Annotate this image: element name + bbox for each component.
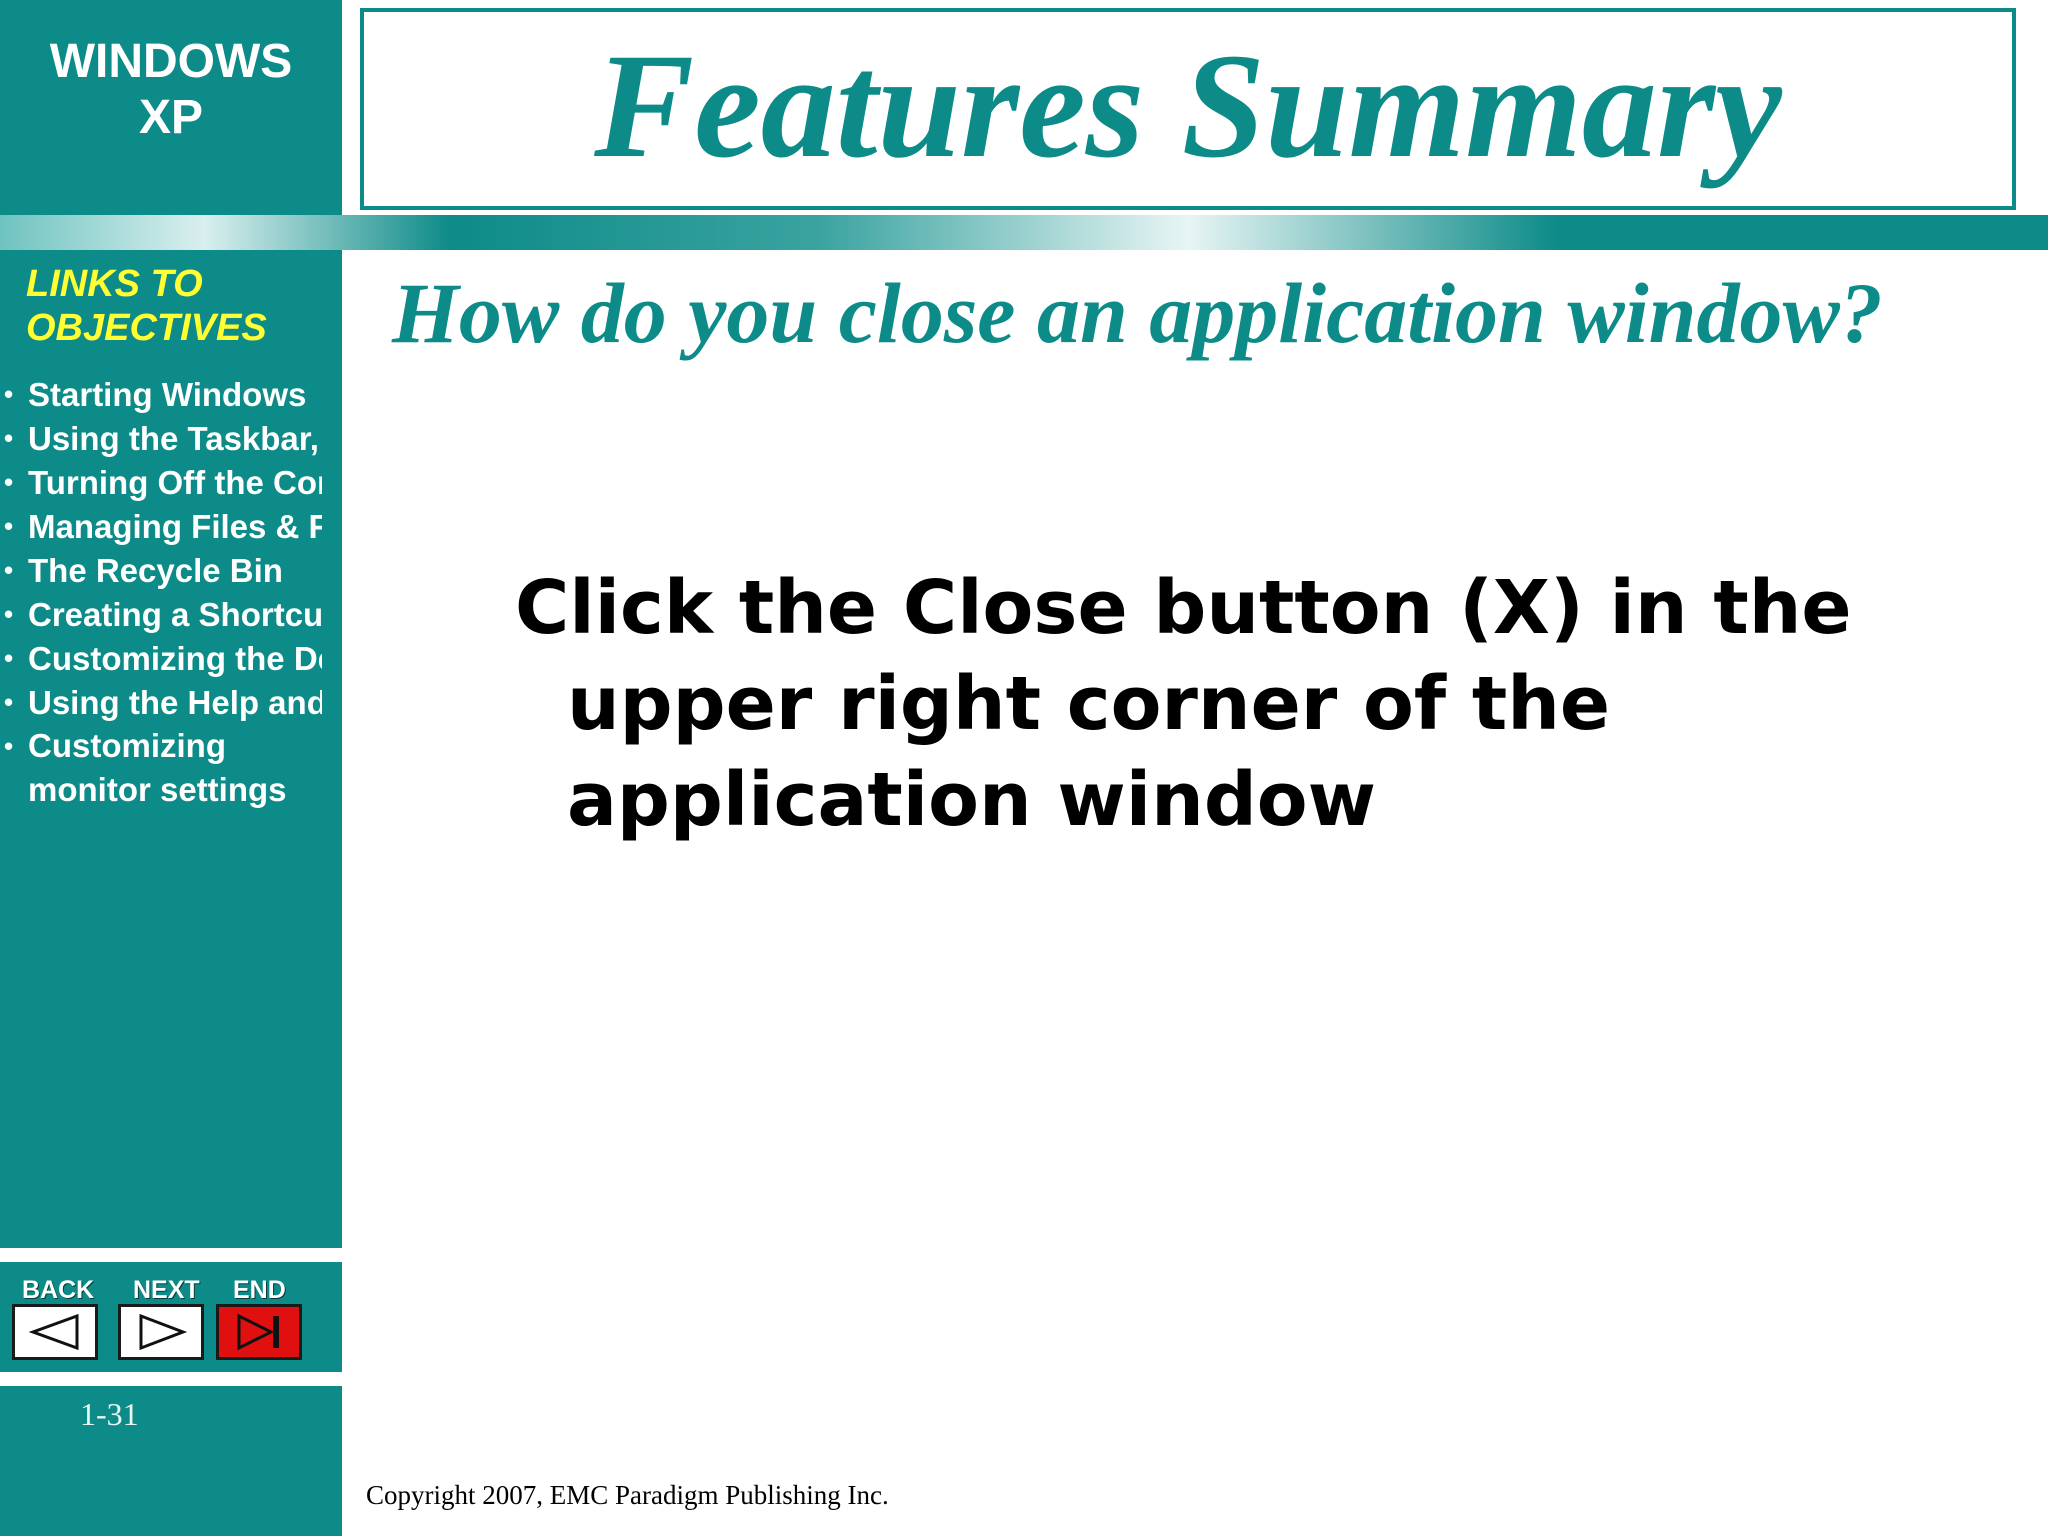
objective-link-label: Using the Help and S <box>28 684 322 721</box>
brand-line1: WINDOWS <box>49 35 293 88</box>
objective-link-label: Customizing monitor settings <box>28 727 287 808</box>
next-label: NEXT <box>133 1276 200 1304</box>
bullet-icon: • <box>4 423 14 453</box>
objective-link-label: Managing Files & Fol <box>28 508 322 545</box>
page-number-panel <box>0 1386 342 1536</box>
objectives-link-list: • Starting Windows • Using the Taskbar, o … <box>0 372 322 811</box>
objective-link-label: The Recycle Bin <box>28 552 283 589</box>
slide-title: Features Summary <box>594 23 1782 189</box>
nav-labels: BACK NEXT END <box>0 1276 342 1306</box>
bullet-icon: • <box>4 599 14 629</box>
links-heading-line1: LINKS TO <box>26 263 203 305</box>
triangle-right-icon <box>139 1313 188 1351</box>
bullet-icon: • <box>4 555 14 585</box>
bullet-icon: • <box>4 511 14 541</box>
skip-to-end-icon <box>237 1313 279 1351</box>
bullet-icon: • <box>4 643 14 673</box>
brand-line2: XP <box>138 91 204 144</box>
links-heading: LINKS TO OBJECTIVES <box>26 262 336 350</box>
end-button[interactable] <box>216 1304 302 1360</box>
slide-answer: Click the Close button (X) in the upper … <box>515 565 1852 843</box>
links-heading-line2: OBJECTIVES <box>26 307 267 349</box>
slide-question: How do you close an application window? <box>392 265 1883 361</box>
bullet-icon: • <box>4 687 14 717</box>
triangle-left-icon <box>28 1313 79 1351</box>
bullet-icon: • <box>4 731 14 761</box>
objective-link-label: Starting Windows <box>28 376 307 413</box>
bullet-icon: • <box>4 379 14 409</box>
objective-link-monitor-settings[interactable]: • Customizing monitor settings <box>0 724 322 812</box>
objective-link-help[interactable]: • Using the Help and S <box>0 680 322 725</box>
end-label: END <box>233 1276 286 1304</box>
objective-link-taskbar[interactable]: • Using the Taskbar, o <box>0 416 322 461</box>
objective-link-managing-files[interactable]: • Managing Files & Fol <box>0 504 322 549</box>
objective-link-label: Using the Taskbar, o <box>28 420 322 457</box>
slide-number: 1-31 <box>80 1396 139 1432</box>
back-label: BACK <box>22 1276 95 1304</box>
back-button[interactable] <box>12 1304 98 1360</box>
objective-link-starting-windows[interactable]: • Starting Windows <box>0 372 322 417</box>
objective-link-label: Customizing the Des <box>28 640 322 677</box>
copyright-text: Copyright 2007, EMC Paradigm Publishing … <box>366 1480 889 1510</box>
objective-link-label: Turning Off the Com <box>28 464 322 501</box>
bullet-icon: • <box>4 467 14 497</box>
header-divider-band <box>0 215 2048 250</box>
brand-logo-text: WINDOWS XP <box>0 34 342 146</box>
objective-link-desktop[interactable]: • Customizing the Des <box>0 636 322 681</box>
objective-link-label: Creating a Shortcut <box>28 596 322 633</box>
objective-link-shortcut[interactable]: • Creating a Shortcut <box>0 592 322 637</box>
title-frame: Features Summary <box>360 8 2016 210</box>
next-button[interactable] <box>118 1304 204 1360</box>
objective-link-turning-off[interactable]: • Turning Off the Com <box>0 460 322 505</box>
objective-link-recycle-bin[interactable]: • The Recycle Bin <box>0 548 322 593</box>
